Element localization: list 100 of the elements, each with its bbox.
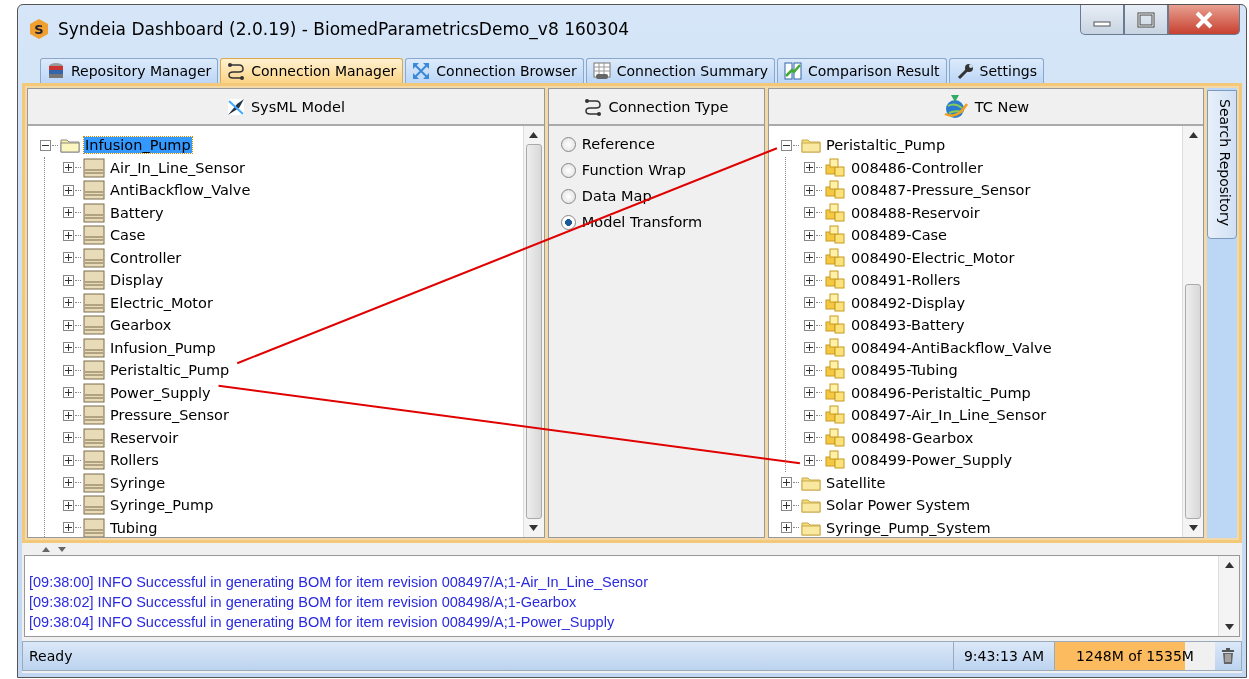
expand-icon[interactable] [803, 409, 815, 421]
expand-icon[interactable] [803, 252, 815, 264]
expand-icon[interactable] [63, 274, 74, 286]
scroll-up-icon[interactable] [529, 132, 539, 138]
expand-icon[interactable] [63, 454, 74, 466]
tree-item[interactable]: 008494-AntiBackflow_Valve [849, 339, 1053, 356]
expand-icon[interactable] [780, 499, 792, 511]
tree-item[interactable]: AntiBackflow_Valve [109, 182, 252, 199]
expand-icon[interactable] [63, 229, 74, 241]
tree-item[interactable]: 008487-Pressure_Sensor [849, 182, 1032, 199]
expand-icon[interactable] [803, 162, 815, 174]
expand-icon[interactable] [63, 522, 74, 534]
expand-icon[interactable] [803, 184, 815, 196]
expand-icon[interactable] [63, 342, 74, 354]
radio-option[interactable]: Function Wrap [560, 162, 764, 178]
tree-item[interactable]: 008489-Case [849, 227, 948, 244]
close-button[interactable] [1168, 5, 1240, 35]
model-icon [226, 97, 245, 116]
expand-icon[interactable] [63, 319, 74, 331]
tab[interactable]: Comparison Result [777, 58, 947, 83]
tab[interactable]: Connection Summary [585, 58, 776, 83]
cubes-icon [823, 427, 846, 448]
scroll-down-icon[interactable] [1224, 624, 1234, 630]
tab[interactable]: Repository Manager [40, 58, 219, 83]
radio-option[interactable]: Reference [560, 136, 764, 152]
maximize-button[interactable] [1124, 5, 1168, 35]
scrollbar[interactable] [522, 126, 544, 537]
tree-item[interactable]: Peristaltic_Pump [109, 362, 231, 379]
collapse-icon[interactable] [780, 139, 792, 151]
tree-item[interactable]: Pressure_Sensor [109, 407, 230, 424]
expand-icon[interactable] [63, 387, 74, 399]
expand-icon[interactable] [63, 409, 74, 421]
expand-icon[interactable] [803, 454, 815, 466]
expand-icon[interactable] [803, 342, 815, 354]
tree-item[interactable]: Rollers [109, 452, 160, 469]
expand-icon[interactable] [803, 207, 815, 219]
tree-item[interactable]: Power_Supply [109, 384, 212, 401]
cubes-icon [823, 405, 846, 426]
collapse-icon[interactable] [40, 139, 51, 151]
expand-icon[interactable] [63, 297, 74, 309]
tree-item[interactable]: 008499-Power_Supply [849, 452, 1014, 469]
tab[interactable]: Settings [948, 58, 1044, 83]
block-icon [83, 202, 105, 223]
expand-icon[interactable] [780, 477, 792, 489]
tree-item[interactable]: Battery [109, 204, 165, 221]
expand-icon[interactable] [63, 252, 74, 264]
expand-icon[interactable] [803, 387, 815, 399]
folder-icon [800, 519, 821, 536]
tree-item[interactable]: 008498-Gearbox [849, 429, 975, 446]
scroll-up-icon[interactable] [1224, 562, 1234, 568]
tab[interactable]: Connection Browser [405, 58, 584, 83]
tree-item[interactable]: Electric_Motor [109, 294, 214, 311]
expand-icon[interactable] [803, 229, 815, 241]
tree-item[interactable]: Satellite [824, 474, 887, 491]
tree-item[interactable]: Gearbox [109, 317, 173, 334]
tree-item[interactable]: 008486-Controller [849, 159, 984, 176]
tree-item[interactable]: Display [109, 272, 165, 289]
wrench-icon [955, 62, 974, 80]
scroll-up-icon[interactable] [1188, 132, 1198, 138]
tree-item[interactable]: Infusion_Pump [109, 339, 217, 356]
expand-icon[interactable] [63, 432, 74, 444]
tree-item[interactable]: Controller [109, 249, 183, 266]
tree-item[interactable]: 008488-Reservoir [849, 204, 981, 221]
tree-item[interactable]: Case [109, 227, 147, 244]
scrollbar[interactable] [1218, 556, 1239, 636]
tree-item[interactable]: 008495-Tubing [849, 362, 959, 379]
tree-item[interactable]: 008491-Rollers [849, 272, 962, 289]
tree-item[interactable]: Tubing [109, 519, 159, 536]
expand-icon[interactable] [803, 364, 815, 376]
tree-item[interactable]: Solar Power System [824, 497, 972, 514]
expand-icon[interactable] [780, 522, 792, 534]
expand-icon[interactable] [63, 477, 74, 489]
tree-item[interactable]: 008497-Air_In_Line_Sensor [849, 407, 1048, 424]
tree-item[interactable]: 008492-Display [849, 294, 966, 311]
expand-icon[interactable] [63, 364, 74, 376]
expand-icon[interactable] [803, 274, 815, 286]
tree-item[interactable]: Infusion_Pump [84, 137, 192, 154]
tree-item[interactable]: 008496-Peristaltic_Pump [849, 384, 1032, 401]
expand-icon[interactable] [63, 207, 74, 219]
tree-item[interactable]: Syringe_Pump_System [824, 519, 992, 536]
tree-item[interactable]: Air_In_Line_Sensor [109, 159, 247, 176]
tree-item[interactable]: Syringe [109, 474, 167, 491]
scroll-down-icon[interactable] [529, 525, 539, 531]
search-repository-tab[interactable]: Search Repository [1207, 90, 1237, 239]
expand-icon[interactable] [803, 432, 815, 444]
scroll-down-icon[interactable] [1188, 525, 1198, 531]
scrollbar[interactable] [1182, 126, 1204, 537]
expand-icon[interactable] [63, 162, 74, 174]
tree-item[interactable]: Syringe_Pump [109, 497, 215, 514]
tree-item[interactable]: Peristaltic_Pump [824, 137, 947, 154]
expand-icon[interactable] [63, 499, 74, 511]
expand-icon[interactable] [803, 297, 815, 309]
expand-icon[interactable] [803, 319, 815, 331]
expand-icon[interactable] [63, 184, 74, 196]
block-icon [83, 180, 105, 201]
tree-item[interactable]: Reservoir [109, 429, 180, 446]
tree-item[interactable]: 008493-Battery [849, 317, 966, 334]
tree-item[interactable]: 008490-Electric_Motor [849, 249, 1016, 266]
minimize-button[interactable] [1080, 5, 1124, 35]
tab[interactable]: Connection Manager [220, 58, 404, 83]
